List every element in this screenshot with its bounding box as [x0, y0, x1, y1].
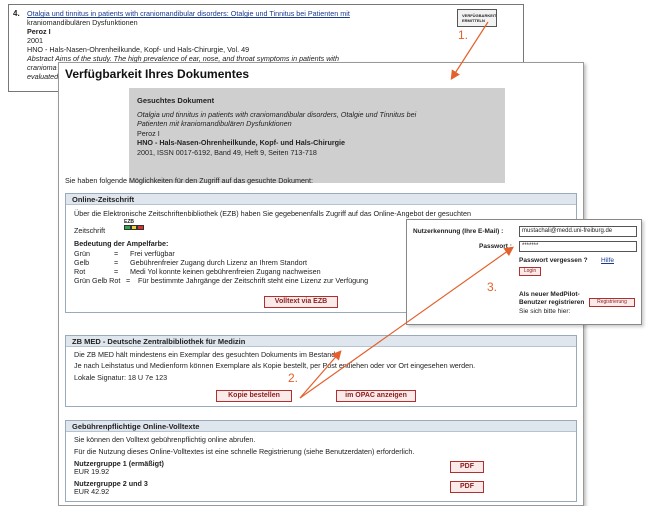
legend-sep: =: [126, 276, 131, 285]
panel-title: Verfügbarkeit Ihres Dokumentes: [65, 67, 250, 81]
paid-line1: Sie können den Volltext gebührenpflichti…: [74, 435, 256, 444]
step-1-label: 1.: [458, 28, 469, 42]
online-text: Über die Elektronische Zeitschriftenbibl…: [74, 209, 472, 218]
password-field[interactable]: *******: [519, 241, 637, 252]
login-button[interactable]: Login: [519, 267, 541, 276]
paid-heading: Gebührenpflichtige Online-Volltexte: [66, 421, 576, 432]
legend-sep: =: [114, 249, 119, 258]
legend-heading: Bedeutung der Ampelfarbe:: [74, 239, 169, 248]
legend-text: Für bestimmte Jahrgänge der Zeitschrift …: [138, 276, 369, 285]
zbmed-heading: ZB MED - Deutsche Zentralbibliothek für …: [66, 336, 576, 347]
doc-heading: Gesuchtes Dokument: [137, 96, 215, 105]
new-user-text-2: Benutzer registrieren: [519, 299, 585, 306]
usergroup-price: EUR 19.92: [74, 467, 110, 476]
show-opac-button[interactable]: im OPAC anzeigen: [336, 390, 416, 402]
legend-color: Grün: [74, 249, 90, 258]
result-number: 4.: [13, 9, 20, 18]
availability-button[interactable]: VERFÜGBARKEIT ERMITTELN: [457, 9, 497, 27]
user-label: Nutzerkennung (Ihre E-Mail) :: [413, 228, 504, 235]
result-author: Peroz I: [27, 27, 51, 36]
fulltext-ezb-button[interactable]: Volltext via EZB: [264, 296, 338, 308]
traffic-light-icon[interactable]: [124, 225, 145, 230]
zbmed-section: ZB MED - Deutsche Zentralbibliothek für …: [65, 335, 577, 407]
pdf-button[interactable]: PDF: [450, 481, 484, 493]
zbmed-line1: Die ZB MED hält mindestens ein Exemplar …: [74, 350, 336, 359]
availability-label-2: ERMITTELN: [462, 18, 485, 23]
order-copy-button[interactable]: Kopie bestellen: [216, 390, 292, 402]
zbmed-line2: Je nach Leihstatus und Medienform können…: [74, 361, 476, 370]
doc-title-1: Otalgia und tinnitus in patients with cr…: [137, 110, 417, 119]
legend-color: Gelb: [74, 258, 90, 267]
new-user-text-3: Sie sich bitte hier:: [519, 308, 571, 315]
doc-journal: HNO - Hals-Nasen-Ohrenheilkunde, Kopf- u…: [137, 138, 346, 147]
register-button[interactable]: Registrierung: [589, 298, 635, 307]
paid-line2: Für die Nutzung dieses Online-Volltextes…: [74, 447, 415, 456]
login-popup: Nutzerkennung (Ihre E-Mail) : mustachali…: [406, 219, 642, 325]
user-email-field[interactable]: mustachali@medd.uni-freiburg.de: [519, 226, 637, 237]
help-link[interactable]: Hilfe: [601, 257, 614, 264]
result-title-cont: kraniomandibulären Dysfunktionen: [27, 18, 138, 27]
paid-fulltext-section: Gebührenpflichtige Online-Volltexte Sie …: [65, 420, 577, 502]
doc-title-2: Patienten mit kraniomandibulären Dysfunk…: [137, 119, 292, 128]
online-heading: Online-Zeitschrift: [66, 194, 576, 205]
forgot-password-label: Passwort vergessen ?: [519, 257, 588, 264]
access-intro: Sie haben folgende Möglichkeiten für den…: [65, 176, 313, 185]
doc-author: Peroz I: [137, 129, 160, 138]
usergroup-price: EUR 42.92: [74, 487, 110, 496]
pdf-button[interactable]: PDF: [450, 461, 484, 473]
searched-document-box: Gesuchtes Dokument Otalgia und tinnitus …: [129, 88, 505, 183]
online-zeitschrift-label: Zeitschrift: [74, 226, 106, 235]
legend-sep: =: [114, 267, 119, 276]
legend-color: Grün Gelb Rot: [74, 276, 121, 285]
legend-sep: =: [114, 258, 119, 267]
legend-text: Medi Yol konnte keinen gebührenfreien Zu…: [130, 267, 321, 276]
result-journal: HNO - Hals-Nasen-Ohrenheilkunde, Kopf- u…: [27, 45, 250, 54]
legend-text: Frei verfügbar: [130, 249, 175, 258]
legend-text: Gebührenfreier Zugang durch Lizenz an Ih…: [130, 258, 307, 267]
password-label: Passwort :: [479, 243, 512, 250]
result-title-link[interactable]: Otalgia und tinnitus in patients with cr…: [27, 9, 447, 18]
step-3-label: 3.: [487, 280, 498, 294]
result-year: 2001: [27, 36, 43, 45]
legend-color: Rot: [74, 267, 86, 276]
new-user-text-1: Als neuer MedPilot-: [519, 291, 580, 298]
doc-details: 2001, ISSN 0017-6192, Band 49, Heft 9, S…: [137, 148, 317, 157]
zbmed-signature: Lokale Signatur: 18 U 7e 123: [74, 373, 168, 382]
step-2-label: 2.: [288, 371, 299, 385]
